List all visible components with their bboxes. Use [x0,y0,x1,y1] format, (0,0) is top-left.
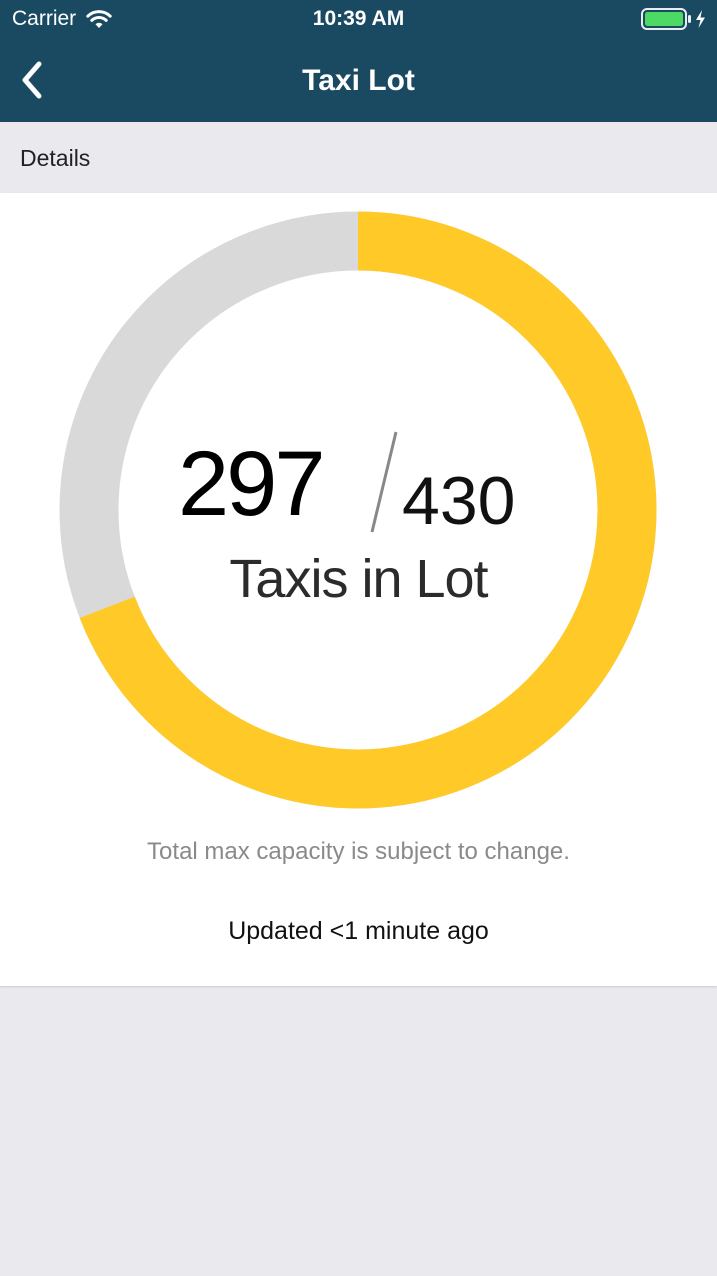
count-divider [370,431,398,533]
taxis-current-count: 297 [178,433,325,535]
capacity-donut [59,211,657,809]
nav-bar: Carrier 10:39 AM Taxi Lot [0,0,717,122]
battery-charging-icon [641,8,705,30]
page-title: Taxi Lot [302,64,415,97]
capacity-note: Total max capacity is subject to change. [147,838,570,865]
section-label: Details [20,145,91,171]
status-time: 10:39 AM [312,7,405,30]
updated-timestamp: Updated <1 minute ago [228,917,489,945]
taxis-total-capacity: 430 [402,463,516,539]
section-header [0,122,717,193]
count-caption: Taxis in Lot [229,549,488,609]
